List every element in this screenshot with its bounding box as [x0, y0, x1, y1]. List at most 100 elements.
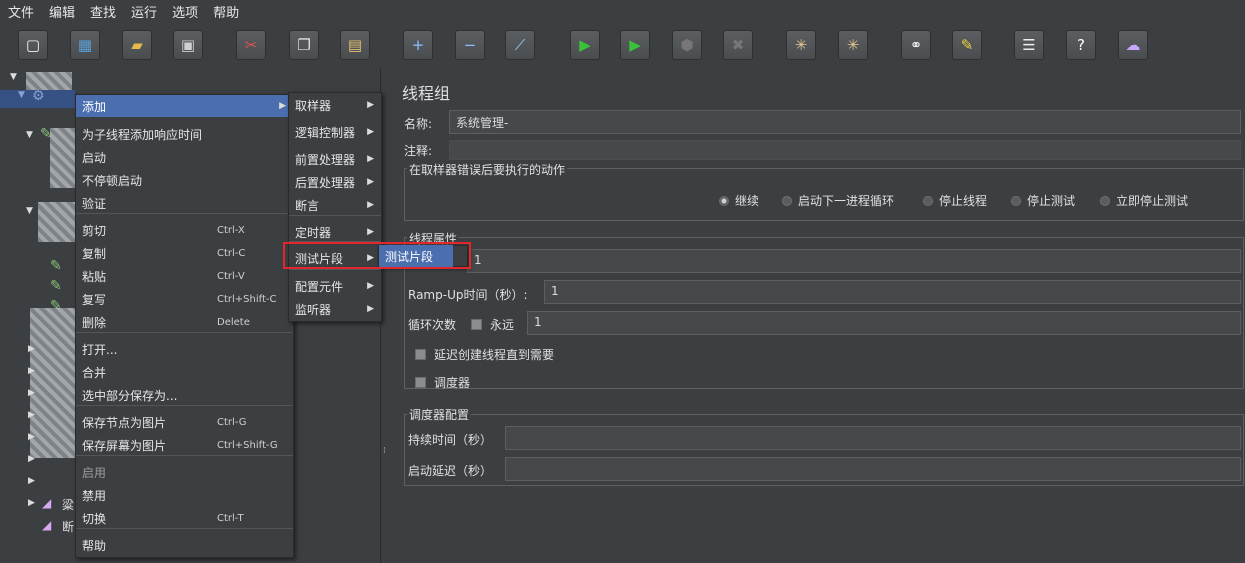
tree-collapsed-icons[interactable]: ▶ ▶ ▶ ▶ ▶ ▶ ▶ ▶	[28, 338, 35, 514]
tree-expand-icon[interactable]: ▼	[26, 206, 33, 216]
add-submenu-item[interactable]: 断言 ▶	[289, 194, 381, 216]
help-button[interactable]: ?	[1066, 30, 1096, 60]
context-menu-item[interactable]: 保存屏幕为图片 Ctrl+Shift-G	[76, 434, 293, 456]
menu-0[interactable]: 文件	[0, 2, 41, 21]
add-submenu-item[interactable]: 前置处理器 ▶	[289, 148, 381, 170]
function-helper-button[interactable]: ☰	[1014, 30, 1044, 60]
toggle-icon: ⟋	[514, 36, 526, 54]
menu-item-label: 不停顿启动	[82, 173, 143, 188]
forever-checkbox[interactable]: 永远	[471, 316, 514, 333]
toggle-button[interactable]: ⟋	[505, 30, 535, 60]
context-menu-item[interactable]: 粘贴 Ctrl-V	[76, 265, 293, 287]
name-field[interactable]: 系统管理-	[449, 110, 1241, 134]
context-menu-item[interactable]: 复制 Ctrl-C	[76, 242, 293, 264]
menu-item-shortcut: Delete	[217, 316, 250, 328]
collapse-button[interactable]: −	[455, 30, 485, 60]
context-menu-item[interactable]: 禁用	[76, 484, 293, 506]
scheduler-config-title: 调度器配置	[407, 406, 472, 423]
start-button[interactable]: ▶	[570, 30, 600, 60]
highlight-box	[283, 242, 471, 269]
clear-all-button[interactable]: ✳	[838, 30, 868, 60]
menu-item-shortcut: Ctrl-X	[217, 224, 245, 236]
radio-label: 停止测试	[1027, 194, 1076, 208]
radio-stop-thread[interactable]: 停止线程	[923, 192, 987, 209]
add-submenu-item[interactable]: 后置处理器 ▶	[289, 171, 381, 193]
scheduler-checkbox[interactable]: 调度器	[415, 374, 470, 391]
menu-item-label: 保存屏幕为图片	[82, 438, 167, 453]
menu-item-shortcut: Ctrl-G	[217, 416, 247, 428]
menu-item-shortcut: Ctrl+Shift-C	[217, 293, 277, 305]
duration-field[interactable]	[505, 426, 1241, 450]
context-menu-item[interactable]: 剪切 Ctrl-X	[76, 219, 293, 241]
context-menu-item[interactable]: 删除 Delete	[76, 311, 293, 333]
tree-expand-icon[interactable]: ▼	[10, 72, 17, 82]
reset-search-button[interactable]: ✎	[952, 30, 982, 60]
comment-field[interactable]	[449, 140, 1241, 160]
shutdown-button[interactable]: ✖	[723, 30, 753, 60]
open-button[interactable]: ▰	[122, 30, 152, 60]
menu-2[interactable]: 查找	[82, 2, 123, 21]
context-menu-item[interactable]: 启用	[76, 461, 293, 483]
menu-1[interactable]: 编辑	[41, 2, 82, 21]
context-menu-item[interactable]: 验证	[76, 192, 293, 214]
remote-button[interactable]: ☁	[1118, 30, 1148, 60]
menu-item-label: 监听器	[295, 302, 332, 317]
menu-5[interactable]: 帮助	[205, 2, 246, 21]
menu-3[interactable]: 运行	[123, 2, 164, 21]
add-submenu-item[interactable]: 监听器 ▶	[289, 298, 381, 320]
expand-button[interactable]: +	[403, 30, 433, 60]
context-menu-item[interactable]: 切换 Ctrl-T	[76, 507, 293, 529]
submenu-arrow-icon: ▶	[367, 304, 374, 314]
menu-item-shortcut: Ctrl+Shift-G	[217, 439, 278, 451]
copy-button[interactable]: ❐	[289, 30, 319, 60]
startup-delay-field[interactable]	[505, 457, 1241, 481]
stop-icon: ⬢	[680, 36, 694, 54]
context-menu-item[interactable]: 打开...	[76, 338, 293, 360]
stop-button[interactable]: ⬢	[672, 30, 702, 60]
new-button[interactable]: ▢	[18, 30, 48, 60]
context-menu-item[interactable]: 添加 ▶	[76, 95, 293, 117]
rampup-field[interactable]: 1	[544, 280, 1241, 304]
paste-button[interactable]: ▤	[340, 30, 370, 60]
menu-item-label: 选中部分保存为...	[82, 388, 178, 403]
reset-search-icon: ✎	[960, 36, 974, 54]
radio-start-next-loop[interactable]: 启动下一进程循环	[782, 192, 894, 209]
templates-button[interactable]: ▦	[70, 30, 100, 60]
clear-all-icon: ✳	[846, 36, 860, 54]
radio-stop-test[interactable]: 停止测试	[1011, 192, 1075, 209]
loop-count-label: 循环次数	[408, 318, 457, 332]
radio-stop-test-now[interactable]: 立即停止测试	[1100, 192, 1188, 209]
add-submenu-item[interactable]: 逻辑控制器 ▶	[289, 121, 381, 143]
clear-button[interactable]: ✳	[786, 30, 816, 60]
loop-count-field[interactable]: 1	[527, 311, 1241, 335]
context-menu-item[interactable]: 复写 Ctrl+Shift-C	[76, 288, 293, 310]
startup-delay-label: 启动延迟（秒）	[408, 464, 493, 478]
menu-bar: 文件 编辑 查找 运行 选项 帮助	[0, 0, 1245, 22]
checkbox-label: 永远	[490, 318, 515, 332]
menu-item-label: 切换	[82, 511, 107, 526]
cut-button[interactable]: ✂	[236, 30, 266, 60]
add-submenu-item[interactable]: 定时器 ▶	[289, 221, 381, 243]
menu-item-label: 剪切	[82, 223, 107, 238]
menu-4[interactable]: 选项	[164, 2, 205, 21]
context-menu-item[interactable]: 为子线程添加响应时间	[76, 123, 293, 145]
delay-thread-creation-checkbox[interactable]: 延迟创建线程直到需要	[415, 346, 554, 363]
listener-icon: ◢	[42, 496, 52, 510]
thread-count-field[interactable]: 1	[467, 249, 1241, 273]
start-no-pause-button[interactable]: ▶	[620, 30, 650, 60]
context-menu-item[interactable]: 不停顿启动	[76, 169, 293, 191]
search-button[interactable]: ⚭	[901, 30, 931, 60]
save-button[interactable]: ▣	[173, 30, 203, 60]
add-submenu-item[interactable]: 取样器 ▶	[289, 94, 381, 116]
context-menu-item[interactable]: 保存节点为图片 Ctrl-G	[76, 411, 293, 433]
start-icon: ▶	[579, 36, 591, 54]
context-menu-item[interactable]: 启动	[76, 146, 293, 168]
tree-expand-icon[interactable]: ▼	[26, 130, 33, 140]
add-submenu-item[interactable]: 配置元件 ▶	[289, 275, 381, 297]
context-menu-item[interactable]: 选中部分保存为...	[76, 384, 293, 406]
context-menu-item[interactable]: 合并	[76, 361, 293, 383]
radio-continue[interactable]: 继续	[719, 192, 759, 209]
selected-tree-row[interactable]	[0, 90, 75, 108]
context-menu-item[interactable]: 帮助	[76, 534, 293, 556]
name-label: 名称:	[404, 117, 433, 131]
